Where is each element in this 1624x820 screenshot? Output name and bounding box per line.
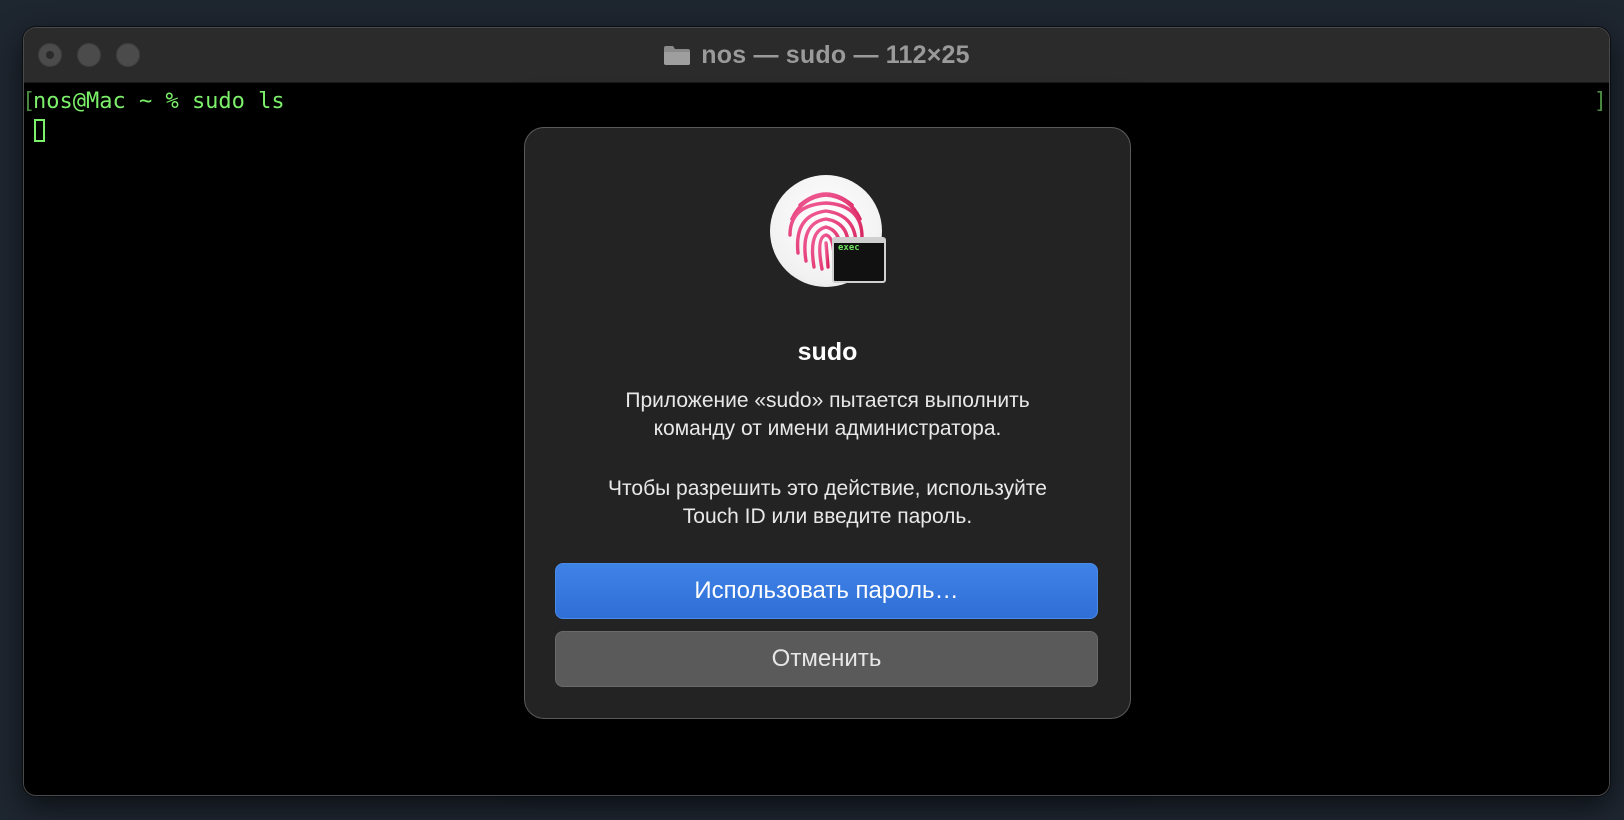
exec-label: exec [838, 243, 860, 253]
prompt-line: nos@Mac ~ % sudo ls [33, 89, 285, 114]
mark-bracket-right: ] [1593, 89, 1607, 114]
title-bar[interactable]: nos — sudo — 112×25 [24, 28, 1609, 83]
cancel-button[interactable]: Отменить [555, 631, 1098, 687]
window-title: nos — sudo — 112×25 [701, 40, 970, 69]
touch-id-dialog: exec sudo Приложение «sudo» пытается вып… [524, 127, 1131, 719]
dialog-hint-line-2: Touch ID или введите пароль. [682, 505, 973, 528]
fingerprint-icon: exec [770, 175, 886, 291]
dialog-hint-line-1: Чтобы разрешить это действие, используйт… [608, 477, 1047, 500]
dialog-hint: Чтобы разрешить это действие, используйт… [545, 475, 1110, 531]
dialog-message: Приложение «sudo» пытается выполнить ком… [545, 387, 1110, 443]
dialog-message-line-1: Приложение «sudo» пытается выполнить [625, 389, 1030, 412]
use-password-button[interactable]: Использовать пароль… [555, 563, 1098, 619]
dialog-message-line-2: команду от имени администратора. [653, 417, 1002, 440]
window-title-group: nos — sudo — 112×25 [24, 28, 1609, 82]
text-cursor [34, 119, 45, 142]
dialog-title: sudo [797, 338, 858, 366]
folder-icon [663, 44, 691, 66]
terminal-exec-icon: exec [832, 237, 886, 283]
